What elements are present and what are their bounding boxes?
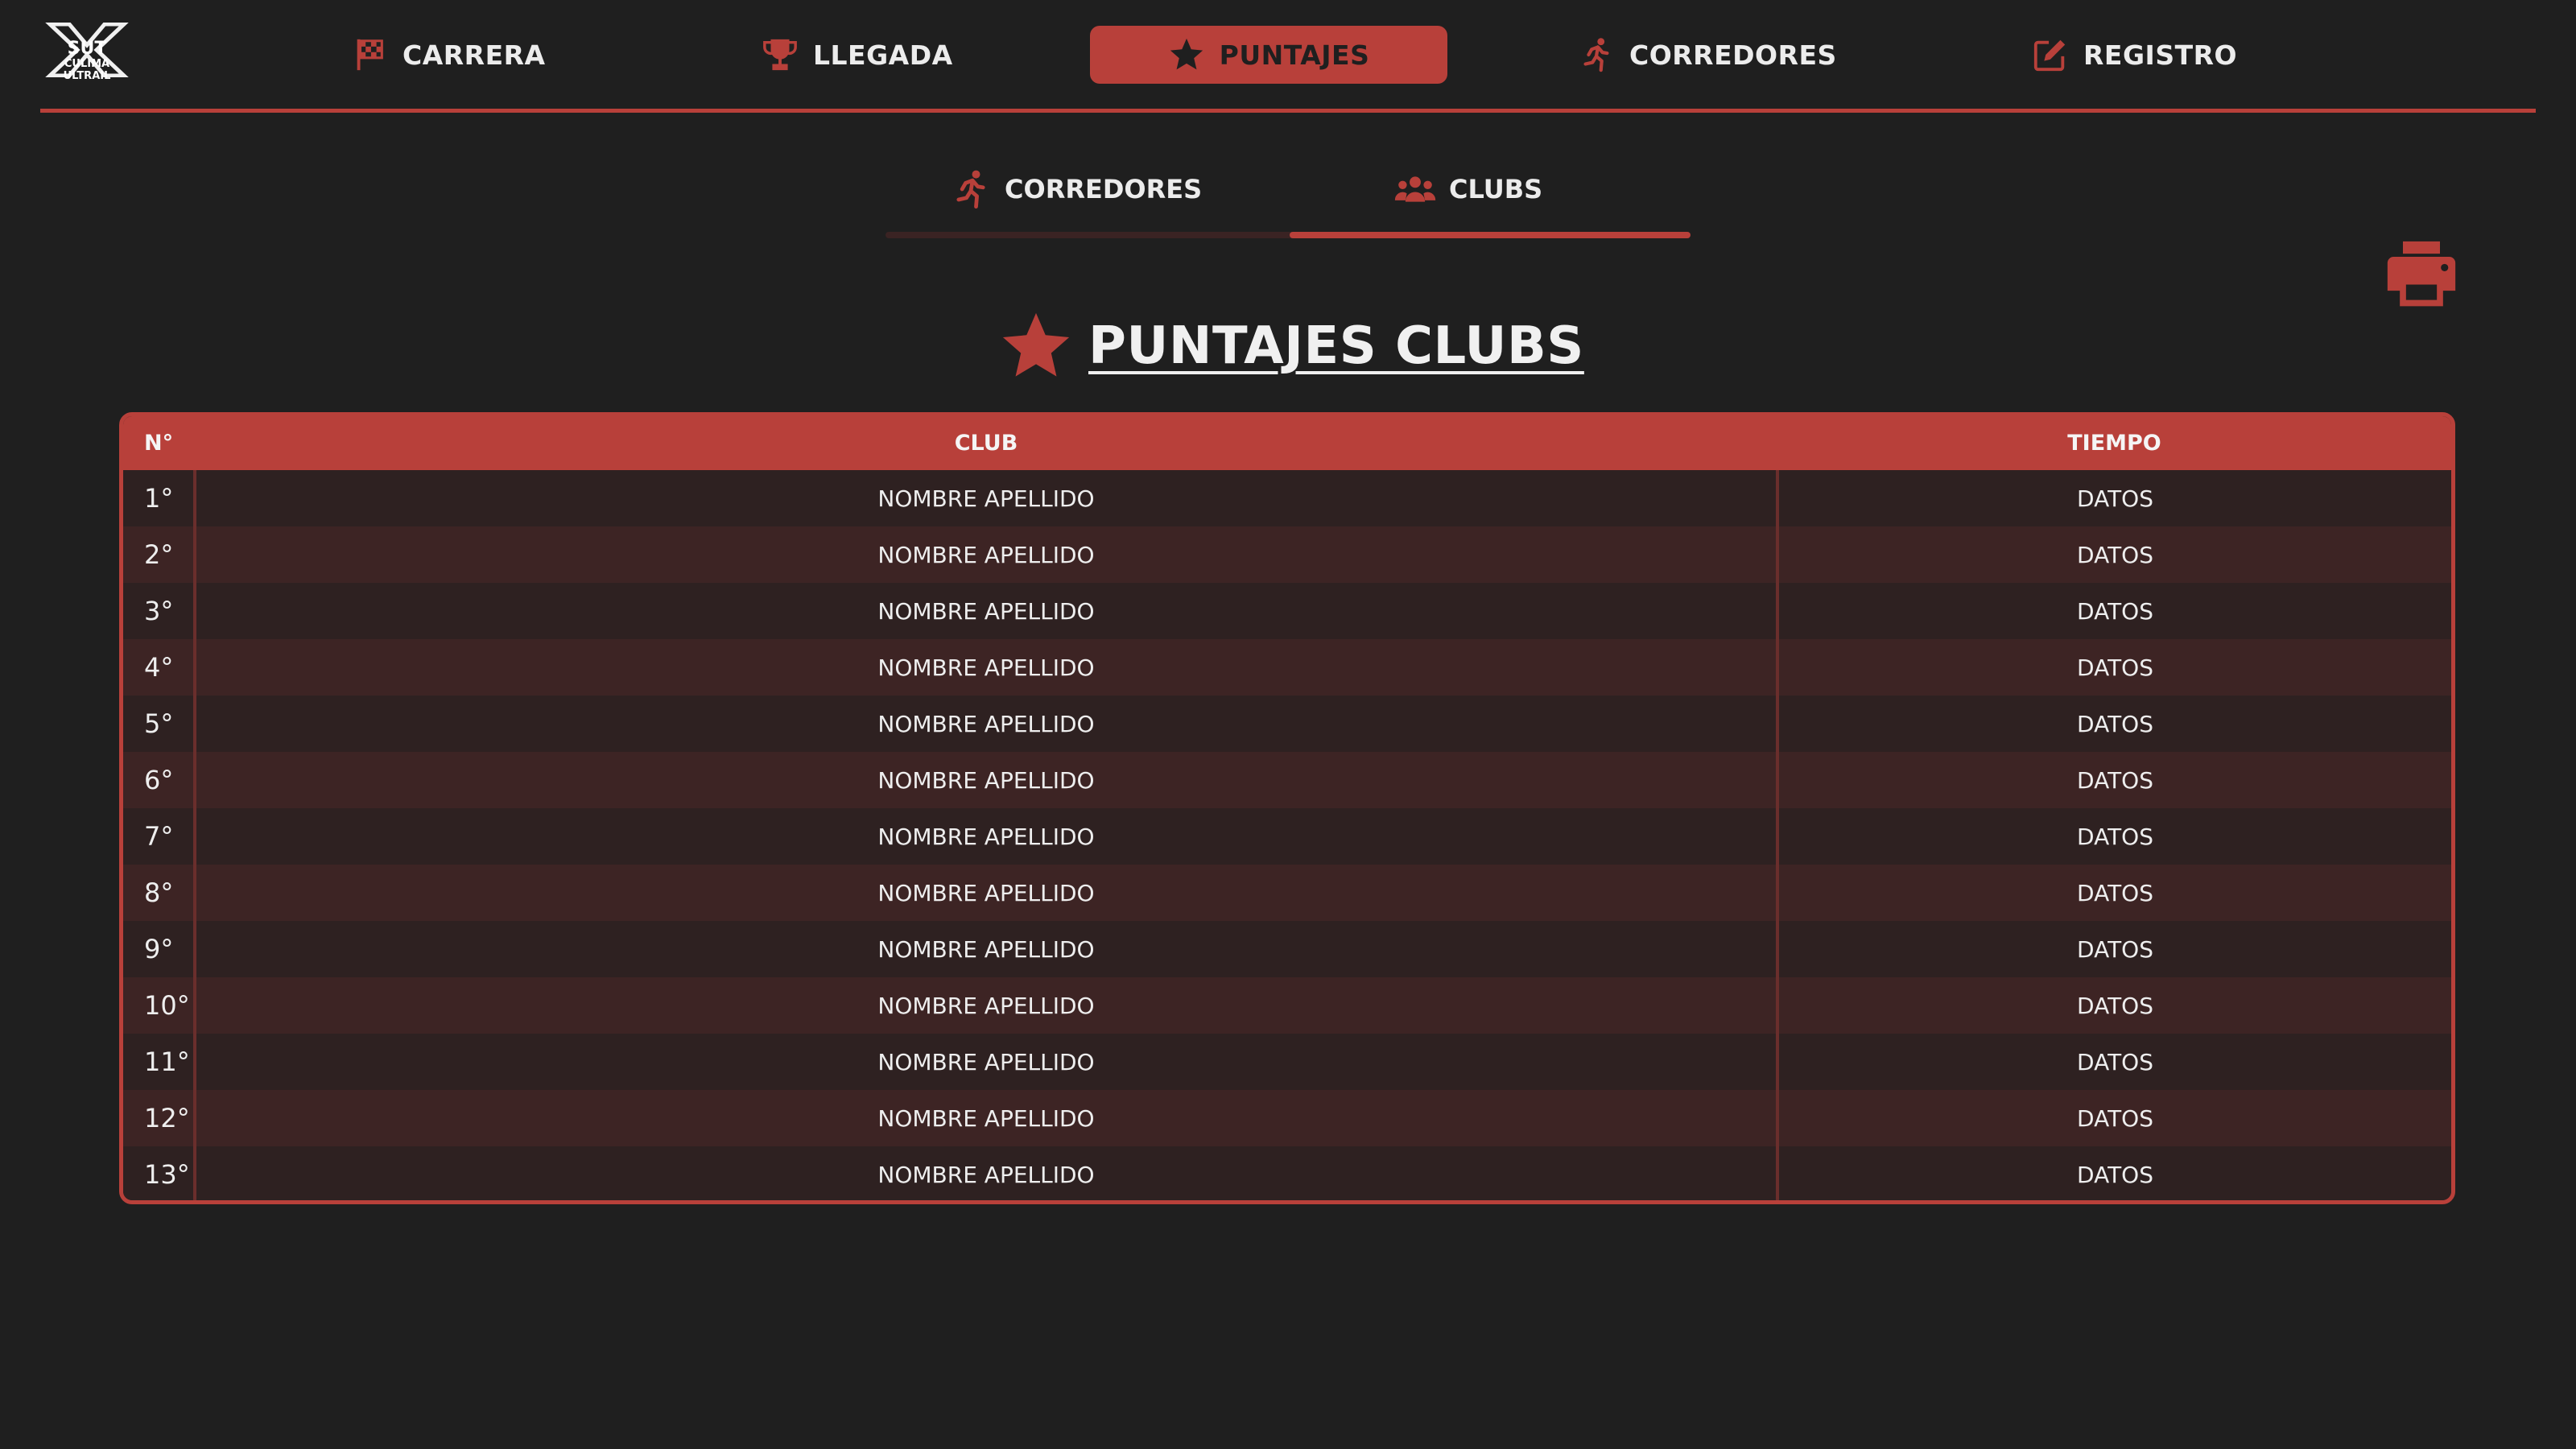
column-header-tiempo: TIEMPO	[2067, 431, 2161, 456]
time-cell: DATOS	[2077, 823, 2153, 850]
page-header: PUNTAJES CLUBS	[998, 306, 1584, 386]
rank-cell: 3°	[123, 583, 196, 639]
club-cell: NOMBRE APELLIDO	[195, 526, 1779, 583]
trophy-icon	[763, 39, 797, 71]
users-icon	[1394, 176, 1436, 202]
club-cell: NOMBRE APELLIDO	[195, 808, 1779, 865]
column-header-n: N°	[144, 431, 174, 456]
club-cell: NOMBRE APELLIDO	[195, 583, 1779, 639]
rank-cell: 2°	[123, 526, 196, 583]
table-row: 11° NOMBRE APELLIDO DATOS	[123, 1034, 2451, 1090]
club-cell: NOMBRE APELLIDO	[195, 865, 1779, 921]
table-row: 10° NOMBRE APELLIDO DATOS	[123, 977, 2451, 1034]
nav-item-registro[interactable]: REGISTRO	[2032, 26, 2273, 84]
nav-label-corredores: CORREDORES	[1629, 39, 1837, 71]
table-row: 12° NOMBRE APELLIDO DATOS	[123, 1090, 2451, 1146]
rank-cell: 7°	[123, 808, 196, 865]
scores-table: N° CLUB TIEMPO 1° NOMBRE APELLIDO DATOS 2°…	[119, 412, 2455, 1204]
time-cell: DATOS	[2077, 766, 2153, 794]
star-icon	[1002, 312, 1070, 377]
rank-cell: 8°	[123, 865, 196, 921]
club-cell: NOMBRE APELLIDO	[195, 752, 1779, 808]
nav-label-puntajes: PUNTAJES	[1219, 39, 1370, 71]
time-cell: DATOS	[2077, 1161, 2153, 1188]
tab-corredores[interactable]: CORREDORES	[950, 161, 1202, 217]
brand-logo[interactable]: SUT CULIMA ULTRAIL	[45, 23, 129, 82]
table-row: 3° NOMBRE APELLIDO DATOS	[123, 583, 2451, 639]
time-cell: DATOS	[2077, 879, 2153, 906]
page-title: PUNTAJES CLUBS	[1088, 316, 1584, 376]
time-cell: DATOS	[2077, 935, 2153, 963]
logo-text: SUT CULIMA ULTRAIL	[63, 39, 111, 83]
subtabs: CORREDORES CLUBS	[886, 153, 1690, 242]
time-cell: DATOS	[2077, 654, 2153, 681]
time-cell: DATOS	[2077, 597, 2153, 625]
rank-cell: 10°	[123, 977, 196, 1034]
tab-label-corredores: CORREDORES	[1005, 174, 1203, 204]
table-row: 4° NOMBRE APELLIDO DATOS	[123, 639, 2451, 696]
nav-divider	[40, 109, 2536, 113]
nav-item-puntajes[interactable]: PUNTAJES	[1090, 26, 1447, 84]
club-cell: NOMBRE APELLIDO	[195, 470, 1779, 526]
rank-cell: 11°	[123, 1034, 196, 1090]
table-row: 7° NOMBRE APELLIDO DATOS	[123, 808, 2451, 865]
nav-item-llegada[interactable]: LLEGADA	[762, 26, 1003, 84]
rank-cell: 1°	[123, 470, 196, 526]
runner-icon	[956, 170, 985, 209]
nav-label-carrera: CARRERA	[402, 39, 546, 71]
club-cell: NOMBRE APELLIDO	[195, 977, 1779, 1034]
rank-cell: 5°	[123, 696, 196, 752]
rank-cell: 13°	[123, 1146, 196, 1200]
column-header-club: CLUB	[954, 431, 1018, 456]
rank-cell: 12°	[123, 1090, 196, 1146]
nav-item-carrera[interactable]: CARRERA	[351, 26, 592, 84]
nav-label-llegada: LLEGADA	[813, 39, 953, 71]
table-row: 8° NOMBRE APELLIDO DATOS	[123, 865, 2451, 921]
top-navigation: SUT CULIMA ULTRAIL CARRERA LLEGADA PUNTA…	[0, 0, 2576, 113]
edit-icon	[2033, 39, 2066, 72]
table-row: 2° NOMBRE APELLIDO DATOS	[123, 526, 2451, 583]
table-row: 5° NOMBRE APELLIDO DATOS	[123, 696, 2451, 752]
runner-icon	[1583, 38, 1609, 72]
club-cell: NOMBRE APELLIDO	[195, 1090, 1779, 1146]
club-cell: NOMBRE APELLIDO	[195, 1146, 1779, 1200]
club-cell: NOMBRE APELLIDO	[195, 921, 1779, 977]
tab-indicator-active	[1290, 232, 1690, 238]
tab-label-clubs: CLUBS	[1449, 174, 1543, 204]
time-cell: DATOS	[2077, 710, 2153, 737]
table-row: 1° NOMBRE APELLIDO DATOS	[123, 470, 2451, 526]
rank-cell: 6°	[123, 752, 196, 808]
star-icon	[1170, 38, 1203, 70]
club-cell: NOMBRE APELLIDO	[195, 639, 1779, 696]
nav-item-corredores[interactable]: CORREDORES	[1578, 26, 1852, 84]
club-cell: NOMBRE APELLIDO	[195, 696, 1779, 752]
time-cell: DATOS	[2077, 1048, 2153, 1075]
tab-clubs[interactable]: CLUBS	[1394, 161, 1542, 217]
rank-cell: 4°	[123, 639, 196, 696]
print-button[interactable]	[2384, 238, 2458, 312]
printer-icon	[2387, 241, 2456, 307]
time-cell: DATOS	[2077, 992, 2153, 1019]
table-row: 13° NOMBRE APELLIDO DATOS	[123, 1146, 2451, 1200]
flag-icon	[357, 39, 383, 71]
time-cell: DATOS	[2077, 541, 2153, 568]
table-row: 6° NOMBRE APELLIDO DATOS	[123, 752, 2451, 808]
table-row: 9° NOMBRE APELLIDO DATOS	[123, 921, 2451, 977]
club-cell: NOMBRE APELLIDO	[195, 1034, 1779, 1090]
rank-cell: 9°	[123, 921, 196, 977]
nav-label-registro: REGISTRO	[2083, 39, 2238, 71]
time-cell: DATOS	[2077, 485, 2153, 512]
table-header-row: N° CLUB TIEMPO	[123, 416, 2451, 470]
time-cell: DATOS	[2077, 1104, 2153, 1132]
